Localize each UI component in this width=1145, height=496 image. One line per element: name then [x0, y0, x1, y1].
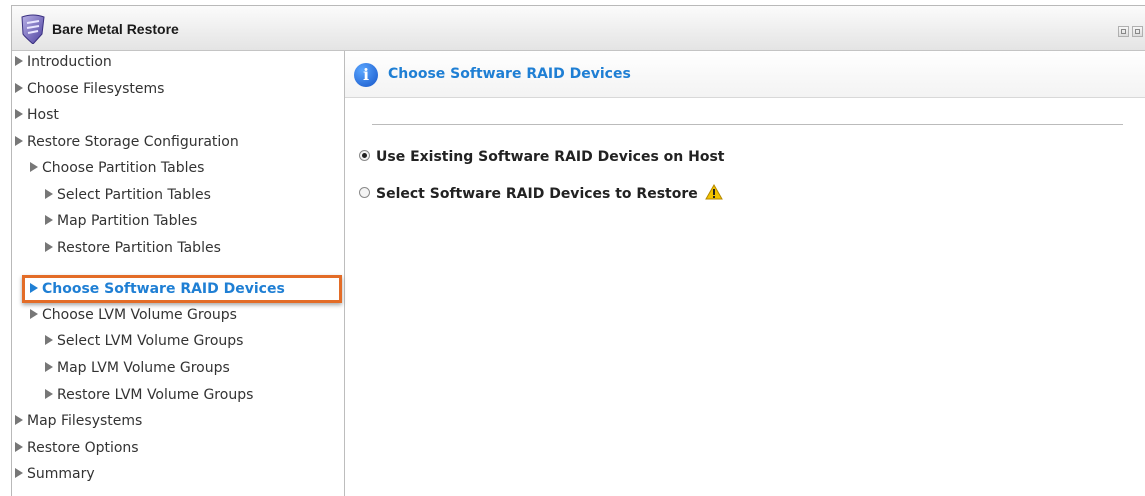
- sidebar-item-label: Map Filesystems: [27, 413, 143, 429]
- arrow-right-icon: [30, 162, 38, 172]
- bare-metal-restore-window: Bare Metal Restore Introduction Choose F…: [11, 5, 1145, 496]
- arrow-right-icon: [15, 442, 23, 452]
- sidebar-item-restore-partition-tables[interactable]: Restore Partition Tables: [45, 237, 221, 259]
- maximize-icon: [1121, 29, 1126, 34]
- sidebar-item-restore-lvm-volume-groups[interactable]: Restore LVM Volume Groups: [45, 384, 253, 406]
- sidebar-item-select-partition-tables[interactable]: Select Partition Tables: [45, 184, 211, 206]
- sidebar-item-label: Select LVM Volume Groups: [57, 333, 244, 349]
- sidebar-item-label: Choose Filesystems: [27, 81, 165, 97]
- info-icon: i: [354, 63, 378, 87]
- sidebar-item-label: Introduction: [27, 54, 112, 70]
- close-button[interactable]: [1132, 26, 1143, 37]
- sidebar-item-label: Map LVM Volume Groups: [57, 360, 230, 376]
- option-use-existing-raid[interactable]: Use Existing Software RAID Devices on Ho…: [359, 146, 724, 168]
- sidebar-item-choose-partition-tables[interactable]: Choose Partition Tables: [30, 157, 204, 179]
- sidebar-item-choose-lvm-volume-groups[interactable]: Choose LVM Volume Groups: [30, 304, 237, 326]
- sidebar-item-label: Choose Software RAID Devices: [42, 281, 285, 297]
- app-shield-icon: [21, 14, 45, 44]
- arrow-right-icon: [15, 109, 23, 119]
- arrow-right-icon: [45, 362, 53, 372]
- sidebar-item-select-lvm-volume-groups[interactable]: Select LVM Volume Groups: [45, 330, 243, 352]
- arrow-right-icon: [15, 468, 23, 478]
- page-title: Choose Software RAID Devices: [388, 66, 631, 82]
- arrow-right-icon: [45, 215, 53, 225]
- arrow-right-icon: [15, 56, 23, 66]
- divider: [372, 124, 1123, 125]
- sidebar-item-choose-filesystems[interactable]: Choose Filesystems: [15, 78, 164, 100]
- arrow-right-icon: [45, 189, 53, 199]
- sidebar-item-label: Summary: [27, 466, 95, 482]
- sidebar-item-map-partition-tables[interactable]: Map Partition Tables: [45, 210, 197, 232]
- radio-button[interactable]: [359, 186, 370, 198]
- warning-icon: [704, 184, 723, 200]
- arrow-right-icon: [15, 415, 23, 425]
- sidebar-item-restore-storage-configuration[interactable]: Restore Storage Configuration: [15, 131, 239, 153]
- window-title: Bare Metal Restore: [52, 21, 179, 37]
- sidebar-item-label: Restore Storage Configuration: [27, 134, 239, 150]
- sidebar-item-label: Map Partition Tables: [57, 213, 198, 229]
- arrow-right-icon: [30, 309, 38, 319]
- sidebar-item-map-lvm-volume-groups[interactable]: Map LVM Volume Groups: [45, 357, 230, 379]
- sidebar-item-label: Restore Partition Tables: [57, 240, 221, 256]
- sidebar-item-summary[interactable]: Summary: [15, 463, 95, 485]
- arrow-right-icon: [15, 136, 23, 146]
- arrow-right-icon: [45, 335, 53, 345]
- option-label: Select Software RAID Devices to Restore: [376, 186, 698, 202]
- sidebar-item-label: Restore Options: [27, 440, 139, 456]
- sidebar-item-host[interactable]: Host: [15, 104, 59, 126]
- arrow-right-icon: [45, 389, 53, 399]
- radio-button-selected[interactable]: [359, 149, 370, 161]
- maximize-button[interactable]: [1118, 26, 1129, 37]
- close-icon: [1135, 29, 1140, 34]
- sidebar-item-label: Restore LVM Volume Groups: [57, 387, 254, 403]
- arrow-right-icon: [15, 83, 23, 93]
- sidebar-item-label: Select Partition Tables: [57, 187, 211, 203]
- window-titlebar: Bare Metal Restore: [12, 6, 1145, 51]
- sidebar-item-label: Host: [27, 107, 59, 123]
- sidebar-item-map-filesystems[interactable]: Map Filesystems: [15, 410, 142, 432]
- sidebar-item-restore-options[interactable]: Restore Options: [15, 437, 139, 459]
- sidebar-item-choose-software-raid-devices[interactable]: Choose Software RAID Devices: [30, 278, 285, 300]
- sidebar-item-label: Choose LVM Volume Groups: [42, 307, 237, 323]
- option-select-raid-to-restore[interactable]: Select Software RAID Devices to Restore: [359, 183, 723, 205]
- wizard-step-sidebar: Introduction Choose Filesystems Host Res…: [12, 51, 345, 496]
- sidebar-item-introduction[interactable]: Introduction: [15, 51, 112, 73]
- arrow-right-icon: [30, 283, 38, 293]
- main-panel: i Choose Software RAID Devices Use Exist…: [345, 51, 1145, 496]
- sidebar-item-label: Choose Partition Tables: [42, 160, 205, 176]
- arrow-right-icon: [45, 242, 53, 252]
- panel-header: i Choose Software RAID Devices: [345, 51, 1145, 98]
- option-label: Use Existing Software RAID Devices on Ho…: [376, 149, 725, 165]
